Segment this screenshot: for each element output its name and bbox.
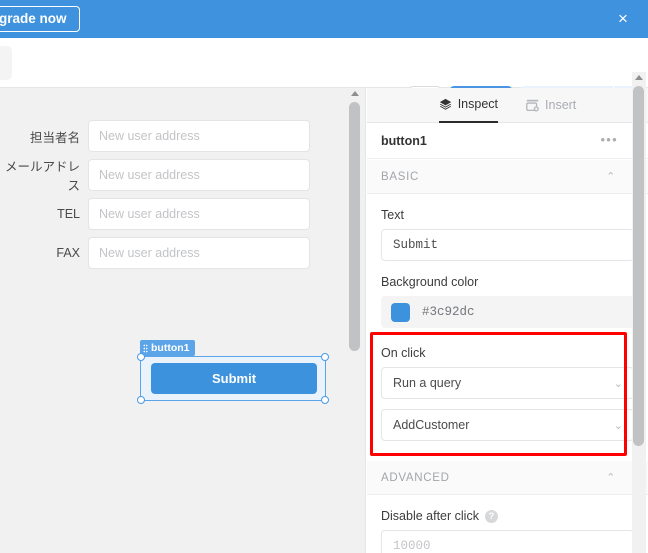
resize-handle-top-left[interactable] bbox=[137, 353, 145, 361]
form-row: FAX New user address bbox=[0, 237, 330, 269]
upgrade-banner: grade now × bbox=[0, 0, 648, 38]
panel-scrollbar[interactable] bbox=[632, 72, 646, 553]
editor-canvas[interactable]: 担当者名 New user address メールアドレス New user a… bbox=[0, 88, 366, 553]
section-title-basic: BASIC bbox=[381, 170, 420, 183]
text-input[interactable]: New user address bbox=[88, 237, 310, 269]
component-name-badge[interactable]: button1 bbox=[140, 340, 195, 356]
panel-scroll-thumb[interactable] bbox=[633, 86, 644, 446]
text-field-label: Text bbox=[381, 208, 404, 222]
text-value-input[interactable]: Submit bbox=[381, 229, 634, 261]
scroll-up-icon[interactable] bbox=[351, 91, 359, 96]
panel-body: BASIC ⌃ Text Submit Background color #3c… bbox=[367, 160, 648, 553]
text-input[interactable]: New user address bbox=[88, 159, 310, 191]
bgcolor-field-label: Background color bbox=[381, 275, 479, 289]
resize-handle-bottom-left[interactable] bbox=[137, 396, 145, 404]
help-icon[interactable]: ? bbox=[484, 509, 498, 523]
tab-insert-label: Insert bbox=[545, 98, 577, 112]
panel-more-button[interactable]: ••• bbox=[600, 132, 618, 147]
chevron-down-icon: ⌄ bbox=[613, 419, 623, 432]
bgcolor-input[interactable]: #3c92dc bbox=[381, 296, 634, 328]
resize-handle-top-right[interactable] bbox=[321, 353, 329, 361]
field-disable-after-click: Disable after click ? 10000 bbox=[367, 509, 648, 553]
panel-header: button1 ••• bbox=[367, 123, 648, 159]
onclick-query-select[interactable]: AddCustomer ⌄ bbox=[381, 409, 634, 441]
text-input[interactable]: New user address bbox=[88, 198, 310, 230]
field-label: TEL bbox=[57, 207, 80, 221]
panel-tabs: Inspect Insert bbox=[367, 88, 648, 123]
component-name-label: button1 bbox=[151, 342, 190, 354]
section-title-advanced: ADVANCED bbox=[381, 471, 450, 484]
close-icon[interactable]: × bbox=[614, 10, 632, 28]
drag-handle-icon[interactable] bbox=[143, 343, 148, 353]
onclick-action-value: Run a query bbox=[393, 376, 462, 390]
onclick-query-value: AddCustomer bbox=[393, 418, 470, 432]
add-icon[interactable]: + bbox=[0, 46, 12, 80]
tab-inspect-label: Inspect bbox=[457, 97, 499, 111]
inspector-panel: Inspect Insert button1 ••• BASIC ⌃ Text … bbox=[367, 88, 648, 553]
canvas-scroll-thumb[interactable] bbox=[349, 102, 360, 351]
field-label: FAX bbox=[56, 246, 80, 260]
canvas-scrollbar[interactable] bbox=[348, 88, 362, 553]
chevron-up-icon[interactable]: ⌃ bbox=[606, 471, 616, 484]
tab-inspect[interactable]: Inspect bbox=[438, 88, 499, 123]
resize-handle-bottom-right[interactable] bbox=[321, 396, 329, 404]
field-on-click: On click Run a query ⌄ AddCustomer ⌄ bbox=[367, 346, 648, 441]
layers-icon bbox=[439, 98, 451, 110]
component-title: button1 bbox=[381, 133, 427, 148]
field-label: 担当者名 bbox=[29, 130, 80, 145]
scroll-up-icon[interactable] bbox=[635, 75, 643, 80]
insert-component-icon bbox=[526, 99, 539, 112]
upgrade-now-button[interactable]: grade now bbox=[0, 6, 80, 32]
color-swatch[interactable] bbox=[391, 302, 410, 322]
chevron-up-icon[interactable]: ⌃ bbox=[606, 170, 616, 183]
onclick-field-label: On click bbox=[381, 346, 426, 360]
text-input[interactable]: New user address bbox=[88, 120, 310, 152]
color-value-label: #3c92dc bbox=[422, 305, 475, 319]
selection-outline: Submit bbox=[137, 353, 329, 404]
disable-label-text: Disable after click bbox=[381, 509, 479, 523]
form-row: 担当者名 New user address bbox=[0, 120, 330, 152]
app-root: grade now × + ••• Share Preview ⌄ 担当者名 N… bbox=[0, 0, 648, 553]
field-text: Text Submit bbox=[367, 208, 648, 261]
field-label: メールアドレス bbox=[4, 160, 80, 193]
field-background-color: Background color #3c92dc bbox=[367, 275, 648, 328]
chevron-down-icon: ⌄ bbox=[613, 377, 623, 390]
section-header-advanced[interactable]: ADVANCED ⌃ bbox=[367, 461, 648, 495]
editor-toolbar: + ••• Share Preview ⌄ bbox=[0, 38, 648, 119]
onclick-action-select[interactable]: Run a query ⌄ bbox=[381, 367, 634, 399]
form-row: TEL New user address bbox=[0, 198, 330, 230]
submit-button[interactable]: Submit bbox=[151, 363, 317, 394]
selected-component-wrapper[interactable]: button1 Submit bbox=[137, 340, 329, 404]
disable-field-label: Disable after click ? bbox=[381, 509, 634, 523]
form-row: メールアドレス New user address bbox=[0, 159, 330, 193]
section-header-basic[interactable]: BASIC ⌃ bbox=[367, 160, 648, 194]
disable-after-click-input[interactable]: 10000 bbox=[381, 530, 634, 553]
tab-insert[interactable]: Insert bbox=[526, 88, 576, 123]
